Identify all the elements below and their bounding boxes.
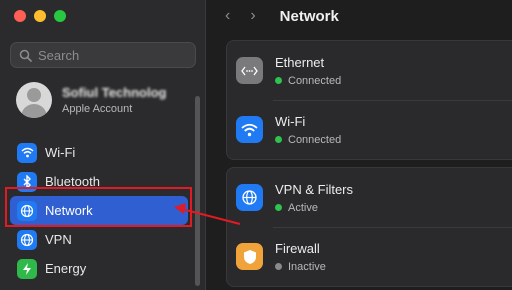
status-text: Connected	[288, 74, 342, 87]
status-dot	[275, 77, 282, 84]
minimize-window-button[interactable]	[34, 10, 46, 22]
row-title: Firewall	[275, 240, 320, 256]
toolbar: ‹ › Network	[225, 6, 339, 26]
main-pane: ‹ › Network Ethernet Connected Wi-Fi Con…	[207, 0, 512, 290]
forward-button[interactable]: ›	[250, 6, 255, 26]
wifi-icon	[17, 142, 37, 163]
status-text: Connected	[288, 133, 342, 146]
sidebar-item-wifi[interactable]: Wi-Fi	[10, 138, 188, 167]
globe-icon	[17, 229, 37, 250]
list-item-ethernet[interactable]: Ethernet Connected	[227, 41, 512, 100]
page-title: Network	[279, 7, 339, 25]
sidebar-item-label: Energy	[45, 261, 87, 276]
status-dot	[275, 204, 282, 211]
list-item-wifi[interactable]: Wi-Fi Connected	[227, 100, 512, 159]
status-text: Inactive	[288, 260, 326, 273]
back-button[interactable]: ‹	[225, 6, 230, 26]
wifi-icon	[236, 116, 263, 143]
ethernet-icon	[236, 57, 263, 84]
sidebar-item-vpn[interactable]: VPN	[10, 225, 188, 254]
sidebar-item-energy[interactable]: Energy	[10, 254, 188, 283]
search-field[interactable]	[10, 42, 196, 68]
annotation-highlight-box	[5, 187, 192, 227]
apple-account-item[interactable]: Sofiul Technolog Apple Account	[16, 82, 166, 118]
search-input[interactable]	[38, 47, 188, 63]
status-dot	[275, 263, 282, 270]
row-title: VPN & Filters	[275, 181, 354, 197]
sidebar-item-label: VPN	[45, 232, 72, 247]
row-title: Ethernet	[275, 54, 325, 70]
close-window-button[interactable]	[14, 10, 26, 22]
row-title: Wi-Fi	[275, 113, 306, 129]
connections-group: Ethernet Connected Wi-Fi Connected	[226, 40, 512, 160]
sidebar-item-label: Wi-Fi	[45, 145, 76, 160]
zoom-window-button[interactable]	[54, 10, 66, 22]
list-item-vpn-filters[interactable]: VPN & Filters Active	[227, 168, 512, 227]
security-group: VPN & Filters Active Firewall Inactive	[226, 167, 512, 287]
account-name: Sofiul Technolog	[62, 85, 167, 100]
list-item-firewall[interactable]: Firewall Inactive	[227, 227, 512, 286]
status-text: Active	[288, 201, 318, 214]
account-subtitle: Apple Account	[62, 103, 133, 115]
globe-icon	[236, 184, 263, 211]
shield-icon	[236, 243, 263, 270]
sidebar: Sofiul Technolog Apple Account Wi-Fi Blu…	[0, 0, 206, 290]
search-icon	[19, 49, 32, 62]
window-controls	[14, 10, 66, 22]
status-dot	[275, 136, 282, 143]
sidebar-scrollbar[interactable]	[195, 96, 200, 286]
bolt-icon	[17, 258, 37, 279]
avatar	[16, 82, 52, 118]
